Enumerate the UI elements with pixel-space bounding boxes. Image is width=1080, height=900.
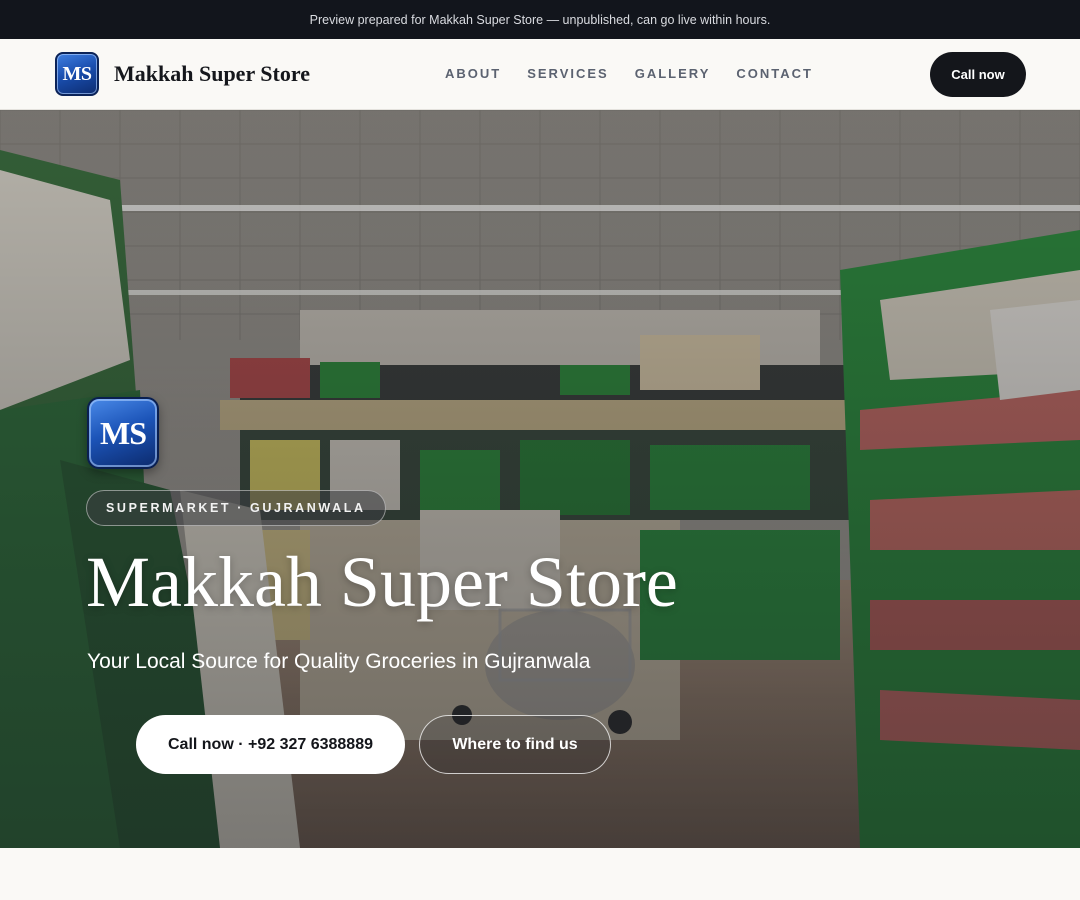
preview-banner-text: Preview prepared for Makkah Super Store … [309,12,771,27]
nav-link-contact[interactable]: CONTACT [736,66,813,81]
nav-link-gallery[interactable]: GALLERY [635,66,711,81]
main-nav: ABOUT SERVICES GALLERY CONTACT [445,66,839,81]
brand[interactable]: MS Makkah Super Store [55,52,310,96]
hero-category-badge: SUPERMARKET · GUJRANWALA [86,490,386,526]
nav-link-about[interactable]: ABOUT [445,66,501,81]
nav-link-services[interactable]: SERVICES [527,66,609,81]
hero-subtitle: Your Local Source for Quality Groceries … [87,650,591,673]
where-to-find-us-button[interactable]: Where to find us [419,715,611,774]
next-section [0,848,1080,900]
site-header: MS Makkah Super Store ABOUT SERVICES GAL… [0,39,1080,110]
header-call-button[interactable]: Call now [930,52,1026,97]
hero-logo: MS [87,397,159,469]
preview-banner: Preview prepared for Makkah Super Store … [0,0,1080,39]
brand-name[interactable]: Makkah Super Store [114,61,310,87]
hero-call-button[interactable]: Call now · +92 327 6388889 [136,715,405,774]
brand-logo[interactable]: MS [55,52,99,96]
hero-section: MS SUPERMARKET · GUJRANWALA Makkah Super… [0,110,1080,848]
hero-title: Makkah Super Store [86,542,678,622]
